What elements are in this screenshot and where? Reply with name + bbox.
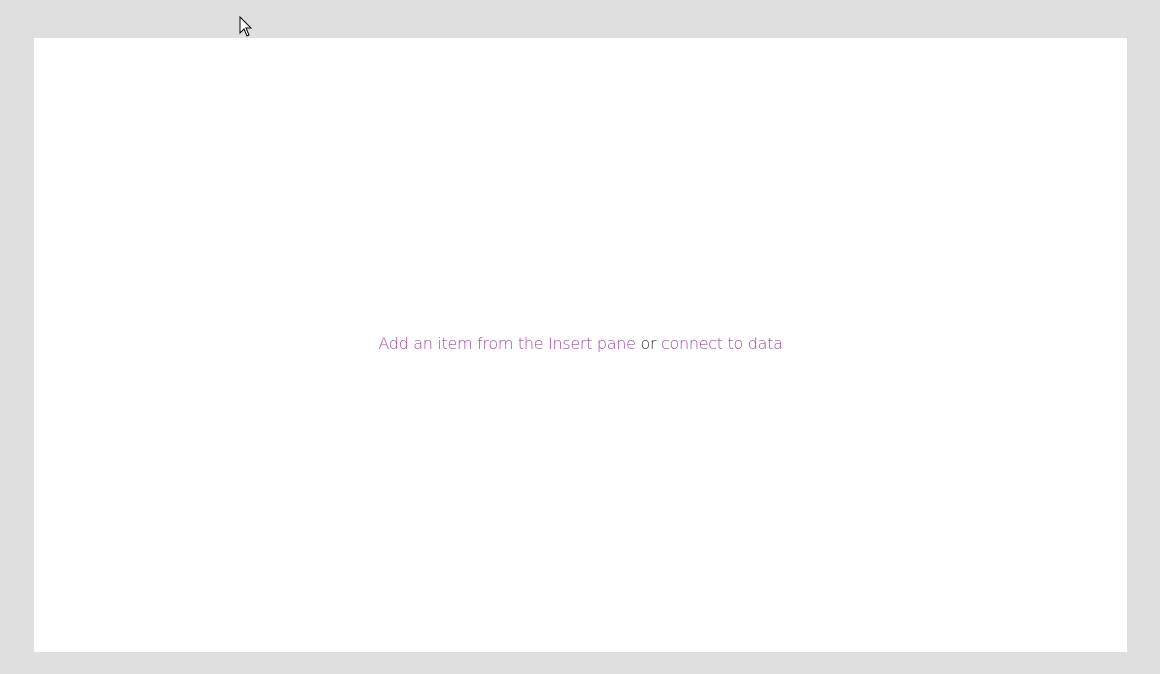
insert-pane-link[interactable]: Add an item from the Insert pane	[378, 334, 636, 353]
mouse-pointer-icon	[239, 16, 253, 37]
empty-canvas-message: Add an item from the Insert pane or conn…	[34, 334, 1127, 353]
connect-to-data-link[interactable]: connect to data	[661, 334, 783, 353]
design-canvas[interactable]: Add an item from the Insert pane or conn…	[34, 38, 1127, 652]
separator-text: or	[640, 334, 657, 353]
